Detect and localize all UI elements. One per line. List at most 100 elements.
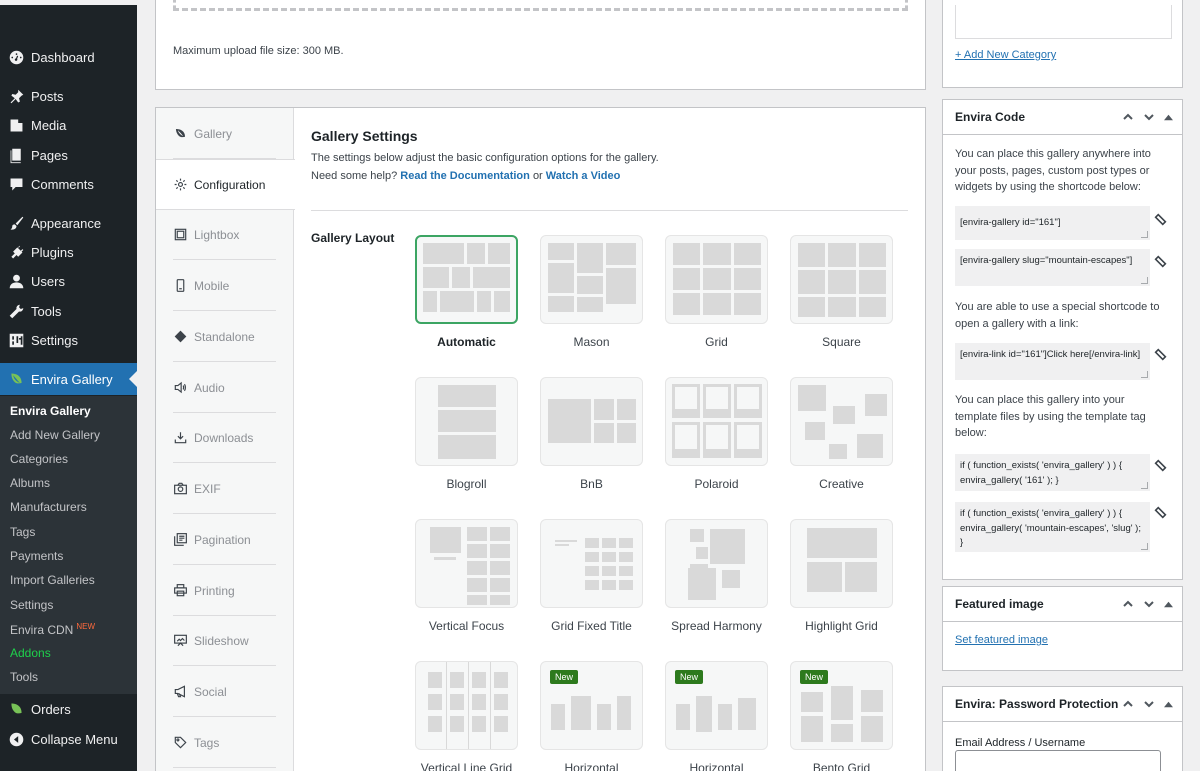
add-new-category-link[interactable]: + Add New Category (955, 49, 1056, 61)
layout-mason[interactable]: Mason (540, 235, 643, 349)
layout-vertical-line-grid[interactable]: Vertical Line Grid (415, 661, 518, 771)
layout-automatic[interactable]: Automatic (415, 235, 518, 349)
layout-thumbnail: New (540, 661, 643, 750)
new-badge: New (800, 670, 829, 684)
layout-label: Grid (705, 335, 728, 349)
shortcode-slug-field[interactable]: [envira-gallery slug="mountain-escapes"] (955, 249, 1150, 286)
menu-appearance[interactable]: Appearance (0, 209, 137, 237)
layout-label: Bento Grid (812, 761, 871, 771)
submenu-settings[interactable]: Settings (10, 598, 53, 612)
chevron-down-icon[interactable] (1143, 111, 1155, 123)
menu-media[interactable]: Media (0, 111, 137, 139)
tab-audio[interactable]: Audio (156, 362, 294, 413)
layout-polaroid[interactable]: Polaroid (665, 377, 768, 491)
submenu-add-new-gallery[interactable]: Add New Gallery (10, 428, 100, 442)
tab-downloads[interactable]: Downloads (156, 412, 294, 463)
layout-spread-harmony[interactable]: Spread Harmony (665, 519, 768, 633)
submenu-categories[interactable]: Categories (10, 452, 68, 466)
submenu-albums[interactable]: Albums (10, 476, 50, 490)
menu-label: Dashboard (31, 49, 95, 65)
envira-leaf-icon (7, 370, 25, 388)
template-tag-text: You can place this gallery into your tem… (955, 394, 1146, 439)
submenu-manufacturers[interactable]: Manufacturers (10, 500, 87, 514)
layout-bnb[interactable]: BnB (540, 377, 643, 491)
link-shortcode-field[interactable]: [envira-link id="161"]Click here[/envira… (955, 343, 1150, 380)
menu-plugins[interactable]: Plugins (0, 238, 137, 266)
copy-icon[interactable] (1153, 505, 1168, 520)
layout-square[interactable]: Square (790, 235, 893, 349)
layout-label: Highlight Grid (805, 619, 878, 633)
documentation-link[interactable]: Read the Documentation (400, 170, 530, 182)
layout-bento-grid[interactable]: New Bento Grid (790, 661, 893, 771)
copy-icon[interactable] (1153, 458, 1168, 473)
layout-horizontal[interactable]: New Horizontal (540, 661, 643, 771)
tab-mobile[interactable]: Mobile (156, 260, 294, 311)
layout-creative[interactable]: Creative (790, 377, 893, 491)
tab-slideshow[interactable]: Slideshow (156, 615, 294, 666)
layout-grid-fixed-title[interactable]: Grid Fixed Title (540, 519, 643, 633)
layout-thumbnail (540, 519, 643, 608)
caret-up-icon[interactable] (1164, 600, 1173, 609)
copy-icon[interactable] (1153, 254, 1168, 269)
tab-pagination[interactable]: Pagination (156, 514, 294, 565)
layout-blogroll[interactable]: Blogroll (415, 377, 518, 491)
max-upload-size: Maximum upload file size: 300 MB. (173, 45, 344, 57)
menu-dashboard[interactable]: Dashboard (0, 43, 137, 71)
layout-highlight-grid[interactable]: Highlight Grid (790, 519, 893, 633)
layout-grid[interactable]: Grid (665, 235, 768, 349)
submenu-tags[interactable]: Tags (10, 525, 35, 539)
category-list[interactable] (955, 5, 1172, 39)
tab-social[interactable]: Social (156, 666, 294, 717)
layout-vertical-focus[interactable]: Vertical Focus (415, 519, 518, 633)
comment-icon (7, 175, 25, 193)
menu-posts[interactable]: Posts (0, 82, 137, 110)
tab-tags[interactable]: Tags (156, 717, 294, 768)
caret-up-icon[interactable] (1164, 113, 1173, 122)
menu-collapse[interactable]: Collapse Menu (0, 725, 137, 753)
layout-thumbnail (790, 519, 893, 608)
chevron-down-icon[interactable] (1143, 598, 1155, 610)
submenu-envira-cdn[interactable]: Envira CDN NEW (10, 622, 95, 637)
menu-settings[interactable]: Settings (0, 326, 137, 354)
menu-tools[interactable]: Tools (0, 297, 137, 325)
caret-up-icon[interactable] (1164, 700, 1173, 709)
tab-configuration[interactable]: Configuration (156, 159, 295, 210)
camera-icon (173, 482, 187, 496)
menu-comments[interactable]: Comments (0, 170, 137, 198)
sliders-icon (7, 331, 25, 349)
tab-standalone[interactable]: Standalone (156, 311, 294, 362)
chevron-up-icon[interactable] (1122, 111, 1134, 123)
copy-icon[interactable] (1153, 212, 1168, 227)
submenu-payments[interactable]: Payments (10, 549, 63, 563)
new-badge: New (550, 670, 579, 684)
envira-leaf-icon (7, 700, 25, 718)
set-featured-image-link[interactable]: Set featured image (955, 634, 1048, 646)
drop-zone[interactable] (173, 0, 908, 11)
collapse-icon (7, 730, 25, 748)
menu-users[interactable]: Users (0, 267, 137, 295)
submenu-label: Envira CDN (10, 623, 74, 637)
shortcode-id-field[interactable]: [envira-gallery id="161"] (955, 206, 1150, 240)
layout-horizontal-2[interactable]: New Horizontal (665, 661, 768, 771)
template-tag-id-field[interactable]: if ( function_exists( 'envira_gallery' )… (955, 454, 1150, 491)
tab-exif[interactable]: EXIF (156, 463, 294, 514)
menu-envira-gallery[interactable]: Envira Gallery (0, 363, 137, 395)
menu-label: Tools (31, 303, 62, 319)
tab-lightbox[interactable]: Lightbox (156, 209, 294, 260)
template-tag-slug-field[interactable]: if ( function_exists( 'envira_gallery' )… (955, 502, 1150, 552)
submenu-envira-gallery[interactable]: Envira Gallery (10, 404, 91, 418)
tab-printing[interactable]: Printing (156, 565, 294, 616)
layout-label: Horizontal (564, 761, 619, 771)
chevron-down-icon[interactable] (1143, 698, 1155, 710)
copy-icon[interactable] (1153, 347, 1168, 362)
menu-orders[interactable]: Orders (0, 695, 137, 723)
chevron-up-icon[interactable] (1122, 598, 1134, 610)
chevron-up-icon[interactable] (1122, 698, 1134, 710)
submenu-addons[interactable]: Addons (10, 646, 51, 660)
video-link[interactable]: Watch a Video (546, 170, 621, 182)
email-username-input[interactable] (955, 750, 1161, 771)
menu-pages[interactable]: Pages (0, 141, 137, 169)
tab-gallery[interactable]: Gallery (156, 108, 294, 159)
submenu-import-galleries[interactable]: Import Galleries (10, 573, 95, 587)
submenu-tools[interactable]: Tools (10, 670, 38, 684)
